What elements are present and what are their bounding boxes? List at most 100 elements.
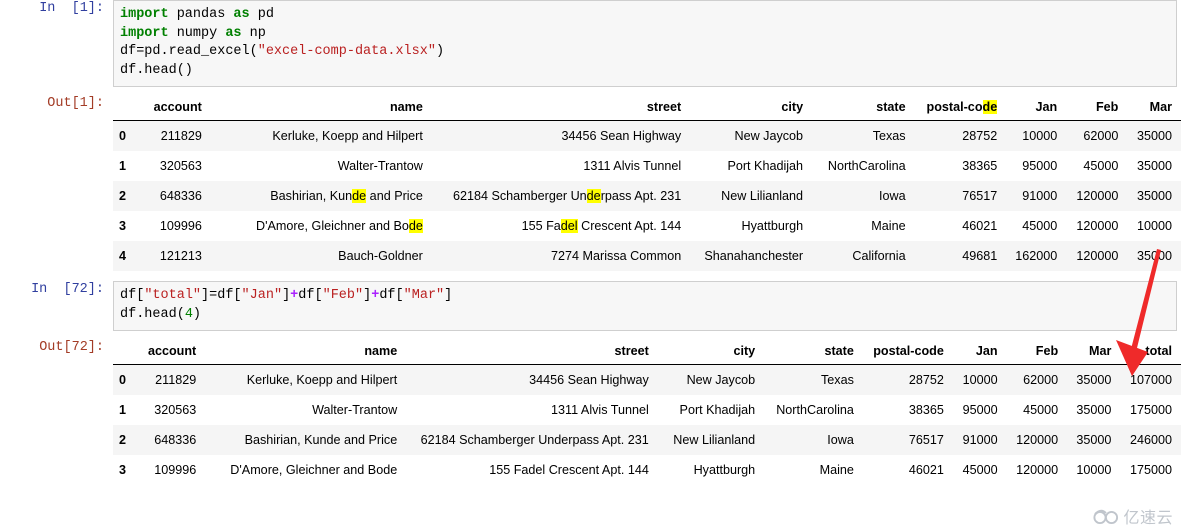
in-prompt-2: In [72]:	[31, 282, 104, 297]
cell-feb: 120000	[1006, 455, 1068, 485]
cell-mar: 35000	[1067, 425, 1121, 455]
table-row: 1 320563 Walter-Trantow 1311 Alvis Tunnel Po…	[113, 395, 1181, 425]
column-header-account: account	[136, 97, 211, 121]
cell-street: 62184 Schamberger Underpass Apt. 231	[431, 181, 691, 211]
code-token: df.head()	[120, 62, 193, 78]
cell-city: New Jaycob	[690, 120, 813, 151]
search-highlight: de	[982, 100, 998, 114]
code-token: df[	[379, 288, 404, 303]
cell-name: Walter-Trantow	[210, 151, 432, 181]
row-index: 2	[113, 425, 136, 455]
column-header-city: city	[657, 341, 765, 365]
out-prompt-2: Out[72]:	[39, 340, 104, 355]
cell-account: 211829	[135, 364, 206, 395]
cell-feb: 62000	[1066, 120, 1128, 151]
cell-mar: 35000	[1127, 241, 1181, 271]
cell-name: Bashirian, Kunde and Price	[210, 181, 432, 211]
cell-total: 246000	[1120, 425, 1181, 455]
cell-state: Iowa	[812, 181, 915, 211]
cell-mar: 10000	[1127, 211, 1181, 241]
cell-jan: 162000	[1006, 241, 1067, 271]
column-header-street: street	[431, 97, 691, 121]
cell-postal-code: 28752	[862, 364, 953, 395]
cell-city: New Lilianland	[657, 425, 765, 455]
output-cell-2: Out[72]: account name street city state posta…	[0, 339, 1181, 485]
cell-mar: 35000	[1127, 120, 1181, 151]
cell-state: Iowa	[764, 425, 863, 455]
row-index: 2	[113, 181, 137, 211]
cell-name: Walter-Trantow	[205, 395, 407, 425]
cell-name: Bashirian, Kunde and Price	[205, 425, 407, 455]
cell-state: Texas	[764, 364, 863, 395]
code-token: ]=df[	[201, 288, 242, 303]
cell-street: 1311 Alvis Tunnel	[406, 395, 658, 425]
watermark-text: 亿速云	[1123, 508, 1173, 527]
cell-name: Bauch-Goldner	[210, 241, 432, 271]
cell-jan: 91000	[952, 425, 1007, 455]
column-header-postal-code: postal-code	[862, 341, 953, 365]
cell-postal-code: 76517	[914, 181, 1007, 211]
column-header-mar: Mar	[1127, 97, 1181, 121]
cell-postal-code: 38365	[862, 395, 953, 425]
code-token: "Jan"	[241, 288, 283, 303]
cell-state: Texas	[812, 120, 915, 151]
cell-state: Maine	[764, 455, 863, 485]
cell-street: 155 Fadel Crescent Apt. 144	[406, 455, 658, 485]
code-editor-1[interactable]: import pandas as pd import numpy as np df=…	[113, 0, 1177, 87]
cell-jan: 10000	[952, 364, 1007, 395]
cell-jan: 45000	[952, 455, 1007, 485]
cell-account: 109996	[135, 455, 206, 485]
code-cell-2[interactable]: In [72]: df["total"]=df["Jan"]+df["Feb"]…	[0, 281, 1181, 331]
code-line: df["total"]=df["Jan"]+df["Feb"]+df["Mar"…	[120, 287, 1170, 306]
code-cell-1[interactable]: In [1]: import pandas as pd import numpy …	[0, 0, 1181, 87]
cell-jan: 95000	[952, 395, 1007, 425]
code-token: np	[241, 25, 266, 41]
column-header-feb: Feb	[1066, 97, 1128, 121]
cell-name: D'Amore, Gleichner and Bode	[210, 211, 432, 241]
cell-feb: 120000	[1066, 181, 1128, 211]
out-prompt-1: Out[1]:	[47, 96, 104, 111]
table-row: 0 211829 Kerluke, Koepp and Hilpert 34456 S…	[113, 364, 1181, 395]
cell-postal-code: 38365	[914, 151, 1007, 181]
table-row: 2 648336 Bashirian, Kunde and Price 62184 S…	[113, 425, 1181, 455]
code-line: import numpy as np	[120, 25, 1170, 44]
dataframe-table: account name street city state postal-code Jan…	[113, 97, 1181, 271]
column-header-state: state	[764, 341, 863, 365]
cell-mar: 35000	[1127, 181, 1181, 211]
cell-name: D'Amore, Gleichner and Bode	[205, 455, 407, 485]
code-token: "excel-comp-data.xlsx"	[257, 44, 436, 59]
cell-city: Port Khadijah	[657, 395, 765, 425]
code-editor-2[interactable]: df["total"]=df["Jan"]+df["Feb"]+df["Mar"…	[113, 281, 1177, 331]
cell-account: 648336	[136, 181, 211, 211]
cell-postal-code: 46021	[862, 455, 953, 485]
dataframe-output-2: account name street city state postal-code Jan…	[113, 339, 1181, 485]
search-highlight: de	[586, 189, 601, 203]
output-cell-1: Out[1]: account name street city state postal…	[0, 95, 1181, 271]
cell-street: 155 Fadel Crescent Apt. 144	[431, 211, 691, 241]
cell-total: 175000	[1120, 395, 1181, 425]
row-index: 0	[113, 120, 137, 151]
index-header	[113, 341, 136, 365]
cell-account: 320563	[136, 151, 211, 181]
cell-name: Kerluke, Koepp and Hilpert	[205, 364, 407, 395]
table-row: 4 121213 Bauch-Goldner 7274 Marissa Common S…	[113, 241, 1181, 271]
in-prompt-1: In [1]:	[39, 1, 104, 16]
cell-postal-code: 49681	[914, 241, 1007, 271]
cell-street: 34456 Sean Highway	[406, 364, 658, 395]
column-header-street: street	[406, 341, 658, 365]
cell-street: 7274 Marissa Common	[431, 241, 691, 271]
code-line: import pandas as pd	[120, 6, 1170, 25]
code-token: "Mar"	[403, 288, 445, 303]
row-index: 3	[113, 455, 136, 485]
search-highlight: del	[560, 219, 578, 233]
table-row: 2 648336 Bashirian, Kunde and Price 62184 S…	[113, 181, 1181, 211]
cell-mar: 35000	[1067, 395, 1121, 425]
code-line: df.head()	[120, 62, 1170, 81]
table-row: 3 109996 D'Amore, Gleichner and Bode 155 Fa…	[113, 455, 1181, 485]
code-token: ]	[282, 288, 291, 303]
cell-postal-code: 46021	[914, 211, 1007, 241]
cell-postal-code: 28752	[914, 120, 1007, 151]
code-token: ]	[363, 288, 372, 303]
